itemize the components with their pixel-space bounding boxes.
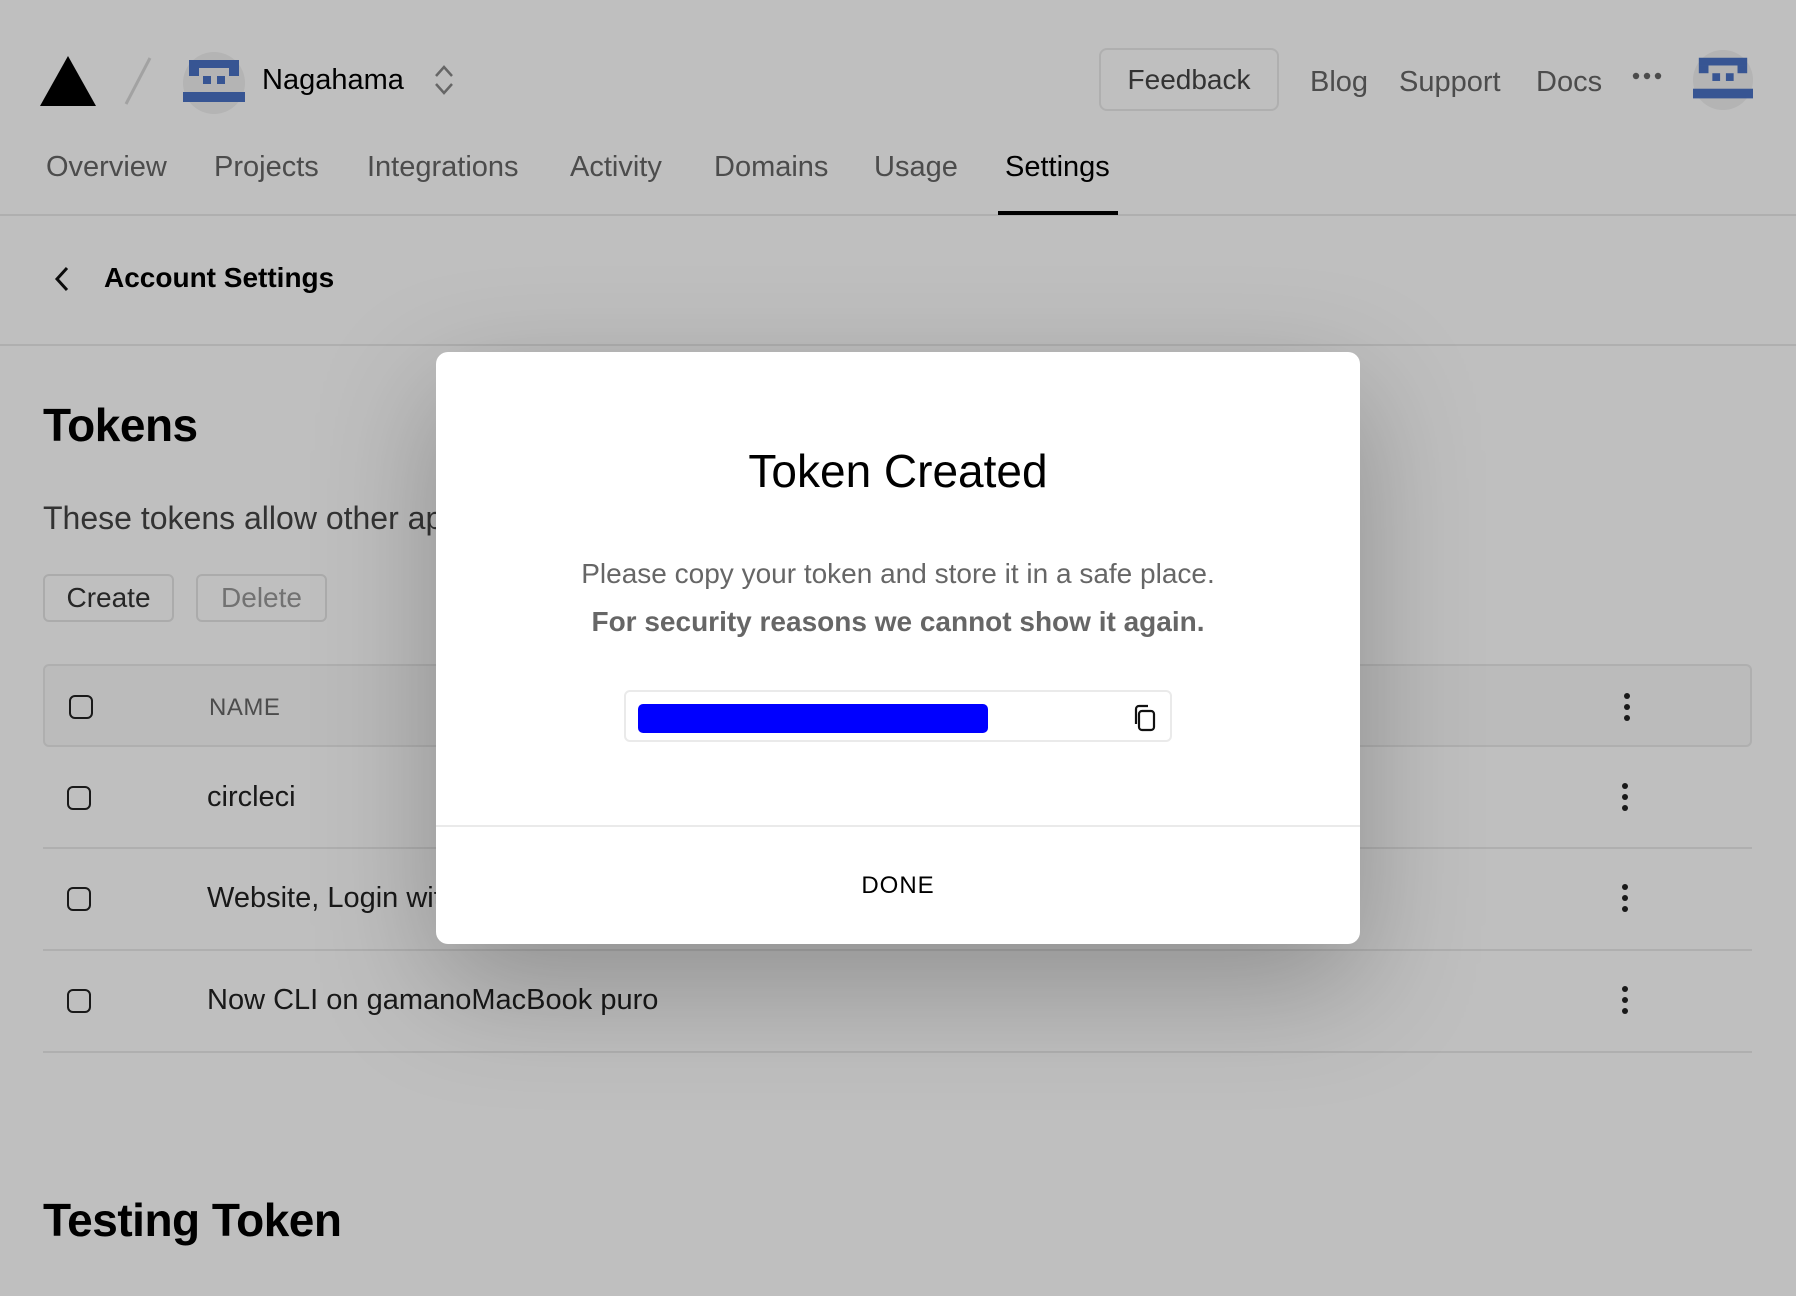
done-button[interactable]: DONE: [436, 827, 1360, 944]
token-value-field[interactable]: [624, 690, 1172, 742]
dialog-title: Token Created: [748, 445, 1048, 497]
token-created-dialog: Token Created Please copy your token and…: [436, 352, 1360, 944]
dialog-warning: For security reasons we cannot show it a…: [591, 606, 1205, 637]
copy-icon[interactable]: [1132, 703, 1158, 733]
dialog-message: Please copy your token and store it in a…: [581, 558, 1215, 589]
token-redaction: [638, 704, 988, 733]
